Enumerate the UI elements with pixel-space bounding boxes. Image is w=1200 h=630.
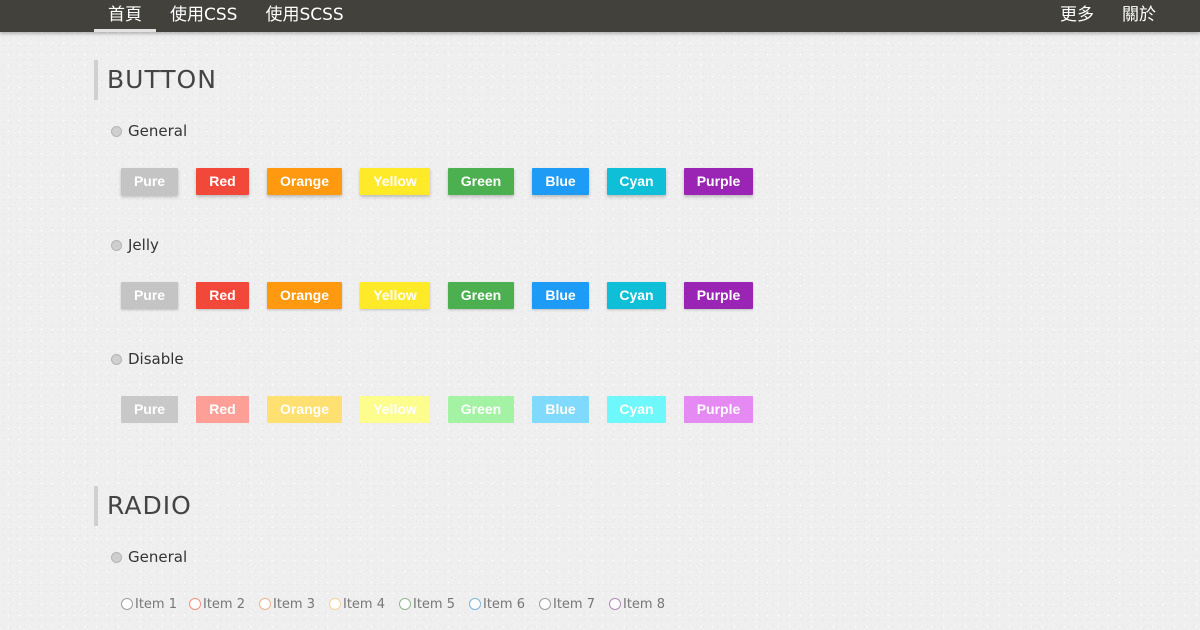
section-title-radio: RADIO	[94, 486, 192, 526]
cyan-button[interactable]: Cyan	[607, 282, 666, 309]
pure-button[interactable]: Pure	[121, 168, 178, 195]
radio-item-5[interactable]: Item 5	[399, 594, 455, 614]
radio-circle-icon[interactable]	[329, 598, 341, 610]
radio-item-1[interactable]: Item 1	[121, 594, 177, 614]
button-row-jelly: Pure Red Orange Yellow Green Blue Cyan P…	[0, 282, 1200, 310]
group-label-jelly: Jelly	[111, 235, 159, 255]
radio-circle-icon[interactable]	[399, 598, 411, 610]
bullet-icon	[111, 125, 122, 137]
nav-right-group: 更多 關於	[1046, 0, 1170, 32]
radio-label: Item 5	[413, 596, 455, 612]
top-nav-bar: 首頁 使用CSS 使用SCSS 更多 關於	[0, 0, 1200, 32]
radio-circle-icon[interactable]	[259, 598, 271, 610]
button-row-disable: Pure Red Orange Yellow Green Blue Cyan P…	[0, 396, 1200, 424]
green-button[interactable]: Green	[448, 168, 514, 195]
nav-more[interactable]: 更多	[1046, 0, 1108, 32]
orange-button-disabled: Orange	[267, 396, 342, 423]
radio-circle-icon[interactable]	[539, 598, 551, 610]
pure-button-disabled: Pure	[121, 396, 178, 423]
bullet-icon	[111, 239, 122, 251]
radio-label: Item 6	[483, 596, 525, 612]
radio-label: Item 2	[203, 596, 245, 612]
nav-use-scss[interactable]: 使用SCSS	[251, 0, 357, 32]
green-button[interactable]: Green	[448, 282, 514, 309]
purple-button-disabled: Purple	[684, 396, 753, 423]
red-button[interactable]: Red	[196, 282, 249, 309]
blue-button-disabled: Blue	[532, 396, 589, 423]
cyan-button[interactable]: Cyan	[607, 168, 666, 195]
nav-about[interactable]: 關於	[1108, 0, 1170, 32]
radio-circle-icon[interactable]	[189, 598, 201, 610]
purple-button[interactable]: Purple	[684, 168, 753, 195]
bullet-icon	[111, 551, 122, 563]
group-label-general: General	[111, 121, 187, 141]
radio-label: Item 7	[553, 596, 595, 612]
blue-button[interactable]: Blue	[532, 282, 589, 309]
radio-label: Item 4	[343, 596, 385, 612]
radio-item-4[interactable]: Item 4	[329, 594, 385, 614]
radio-circle-icon[interactable]	[609, 598, 621, 610]
nav-home[interactable]: 首頁	[94, 0, 156, 32]
radio-item-3[interactable]: Item 3	[259, 594, 315, 614]
radio-item-6[interactable]: Item 6	[469, 594, 525, 614]
yellow-button-disabled: Yellow	[360, 396, 430, 423]
group-label-text: General	[128, 548, 188, 566]
radio-item-8[interactable]: Item 8	[609, 594, 665, 614]
section-title-button: BUTTON	[94, 60, 217, 100]
pure-button[interactable]: Pure	[121, 282, 178, 309]
radio-circle-icon[interactable]	[121, 598, 133, 610]
nav-use-css[interactable]: 使用CSS	[156, 0, 251, 32]
radio-label: Item 3	[273, 596, 315, 612]
group-label-radio-general: General	[111, 547, 187, 567]
radio-item-7[interactable]: Item 7	[539, 594, 595, 614]
bullet-icon	[111, 353, 122, 365]
group-label-text: Jelly	[128, 236, 159, 254]
cyan-button-disabled: Cyan	[607, 396, 666, 423]
group-label-disable: Disable	[111, 349, 184, 369]
yellow-button[interactable]: Yellow	[360, 282, 430, 309]
blue-button[interactable]: Blue	[532, 168, 589, 195]
radio-label: Item 1	[135, 596, 177, 612]
red-button-disabled: Red	[196, 396, 249, 423]
radio-row-general: Item 1 Item 2 Item 3 Item 4 Item 5 Item …	[0, 594, 1200, 614]
green-button-disabled: Green	[448, 396, 514, 423]
purple-button[interactable]: Purple	[684, 282, 753, 309]
orange-button[interactable]: Orange	[267, 168, 342, 195]
button-row-general: Pure Red Orange Yellow Green Blue Cyan P…	[0, 168, 1200, 196]
nav-left-group: 首頁 使用CSS 使用SCSS	[94, 0, 358, 32]
radio-item-2[interactable]: Item 2	[189, 594, 245, 614]
yellow-button[interactable]: Yellow	[360, 168, 430, 195]
group-label-text: General	[128, 122, 188, 140]
red-button[interactable]: Red	[196, 168, 249, 195]
radio-label: Item 8	[623, 596, 665, 612]
radio-circle-icon[interactable]	[469, 598, 481, 610]
group-label-text: Disable	[128, 350, 184, 368]
orange-button[interactable]: Orange	[267, 282, 342, 309]
